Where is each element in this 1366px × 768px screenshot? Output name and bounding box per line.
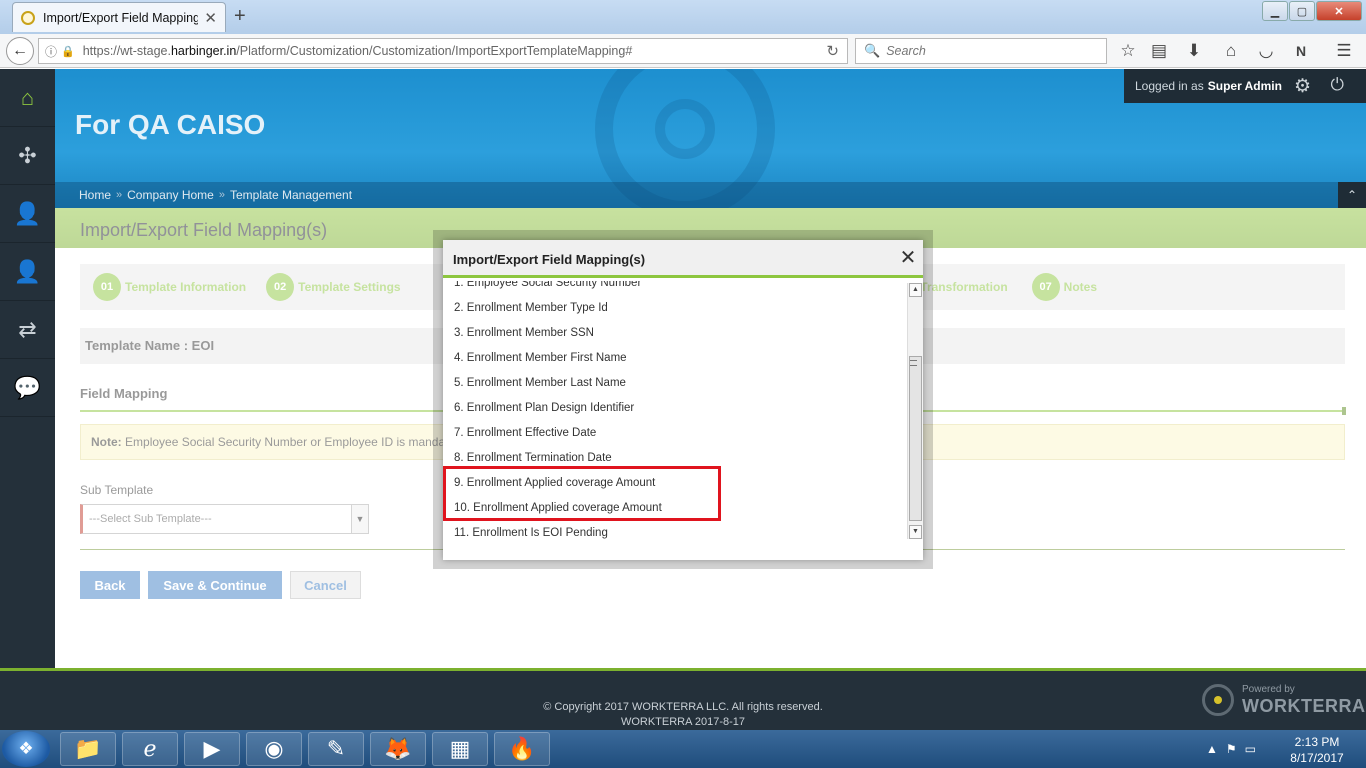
- taskbar-ie-icon[interactable]: ℯ: [122, 732, 178, 766]
- taskbar-flame-icon[interactable]: 🔥: [494, 732, 550, 766]
- start-button-icon[interactable]: ❖: [2, 731, 50, 767]
- app-header-banner: For QA CAISO Logged in as Super Admin ⚙ …: [55, 69, 1366, 208]
- workterra-logo-icon: [1202, 684, 1234, 716]
- breadcrumb-company-home[interactable]: Company Home: [127, 188, 214, 202]
- system-tray: ▲ ⚑ ▭: [1206, 732, 1264, 766]
- search-placeholder: Search: [886, 44, 926, 58]
- sidebar-user-star-icon[interactable]: 👤: [0, 185, 55, 243]
- breadcrumb-template-management[interactable]: Template Management: [230, 188, 352, 202]
- extension-n-icon[interactable]: N: [1290, 41, 1312, 63]
- scroll-thumb[interactable]: [909, 356, 922, 521]
- modal-scrollbar[interactable]: ▲ ▼: [907, 283, 923, 539]
- powered-by-logo: Powered by WORKTERRA: [1202, 680, 1365, 720]
- sidebar-chat-icon[interactable]: 💬: [0, 359, 55, 417]
- list-item: 11. Enrollment Is EOI Pending: [454, 527, 608, 539]
- list-item: 7. Enrollment Effective Date: [454, 427, 597, 439]
- list-item: 6. Enrollment Plan Design Identifier: [454, 402, 635, 414]
- home-icon[interactable]: ⌂: [1220, 41, 1242, 63]
- modal-header: Import/Export Field Mapping(s) ✕: [443, 240, 923, 278]
- browser-nav-bar: ← ⓘ 🔒 https://wt-stage.harbinger.in/Plat…: [0, 34, 1366, 68]
- download-icon[interactable]: ⬇: [1183, 41, 1205, 63]
- pocket-icon[interactable]: ◡: [1255, 41, 1277, 63]
- logout-power-icon[interactable]: ⏻: [1331, 75, 1344, 95]
- version-line: WORKTERRA 2017-8-17: [620, 716, 746, 728]
- list-item: 5. Enrollment Member Last Name: [454, 377, 626, 389]
- browser-search-box[interactable]: 🔍 Search: [855, 38, 1107, 64]
- settings-gear-icon[interactable]: ⚙: [1294, 75, 1311, 98]
- scroll-up-icon[interactable]: ▲: [909, 283, 922, 297]
- window-minimize-button[interactable]: ▁: [1262, 1, 1288, 21]
- powered-by-brand: WORKTERRA: [1242, 696, 1366, 716]
- browser-tab-active[interactable]: Import/Export Field Mapping( ✕: [12, 2, 226, 32]
- clock-date: 8/17/2017: [1290, 751, 1344, 765]
- app-sidebar: ⌂ ✣ 👤 👤 ⇄ 💬: [0, 69, 55, 668]
- address-bar[interactable]: ⓘ 🔒 https://wt-stage.harbinger.in/Platfo…: [38, 38, 848, 64]
- back-arrow-icon[interactable]: ←: [6, 37, 34, 65]
- sidebar-transfer-icon[interactable]: ⇄: [0, 301, 55, 359]
- taskbar-explorer-icon[interactable]: 📁: [60, 732, 116, 766]
- tray-flag-icon[interactable]: ⚑: [1226, 742, 1237, 756]
- banner-decoration: [655, 99, 715, 159]
- site-info-icon[interactable]: ⓘ: [45, 43, 57, 60]
- new-tab-icon[interactable]: +: [234, 5, 246, 28]
- sidebar-home-icon[interactable]: ⌂: [0, 69, 55, 127]
- reading-list-icon[interactable]: ▤: [1148, 41, 1170, 63]
- taskbar-notes-icon[interactable]: ✎: [308, 732, 364, 766]
- taskbar-firefox-icon[interactable]: 🦊: [370, 732, 426, 766]
- app-footer: © Copyright 2017 WORKTERRA LLC. All righ…: [0, 668, 1366, 730]
- scroll-grip-icon: [910, 360, 917, 366]
- browser-tab-strip: Import/Export Field Mapping( ✕ + ▁ ▢ ✕: [0, 0, 1366, 34]
- breadcrumb-home[interactable]: Home: [79, 188, 111, 202]
- logged-in-user[interactable]: Super Admin: [1208, 79, 1282, 93]
- sidebar-puzzle-icon[interactable]: ✣: [0, 127, 55, 185]
- breadcrumb-separator: »: [218, 189, 225, 201]
- menu-hamburger-icon[interactable]: ☰: [1333, 41, 1355, 63]
- browser-tab-title: Import/Export Field Mapping(: [43, 10, 199, 25]
- tray-expand-icon[interactable]: ▲: [1206, 742, 1218, 756]
- taskbar-chrome-icon[interactable]: ◉: [246, 732, 302, 766]
- list-item: 3. Enrollment Member SSN: [454, 327, 594, 339]
- windows-taskbar: ❖ 📁 ℯ ▶ ◉ ✎ 🦊 ▦ 🔥 ▲ ⚑ ▭ 2:13 PM 8/17/201…: [0, 730, 1366, 768]
- modal-close-icon[interactable]: ✕: [898, 247, 918, 269]
- sidebar-user-icon[interactable]: 👤: [0, 243, 55, 301]
- url-text: https://wt-stage.harbinger.in/Platform/C…: [82, 44, 633, 58]
- reload-icon[interactable]: ↻: [826, 42, 839, 60]
- powered-by-label: Powered by: [1242, 684, 1295, 695]
- list-item: 4. Enrollment Member First Name: [454, 352, 627, 364]
- site-favicon-icon: [21, 10, 35, 25]
- taskbar-media-icon[interactable]: ▶: [184, 732, 240, 766]
- clock-time: 2:13 PM: [1294, 735, 1340, 749]
- bookmark-star-icon[interactable]: ☆: [1117, 41, 1139, 63]
- tab-close-icon[interactable]: ✕: [204, 9, 217, 27]
- list-item: 1. Employee Social Security Number: [454, 281, 642, 289]
- window-maximize-button[interactable]: ▢: [1289, 1, 1315, 21]
- breadcrumb: Home » Company Home » Template Managemen…: [55, 182, 1366, 208]
- scroll-down-icon[interactable]: ▼: [909, 525, 922, 539]
- collapse-header-icon[interactable]: ⌃: [1338, 182, 1366, 208]
- logged-in-label: Logged in as: [1135, 79, 1204, 93]
- list-item: 8. Enrollment Termination Date: [454, 452, 612, 464]
- breadcrumb-separator: »: [116, 189, 123, 201]
- copyright-text: © Copyright 2017 WORKTERRA LLC. All righ…: [0, 700, 1366, 730]
- taskbar-spreadsheet-icon[interactable]: ▦: [432, 732, 488, 766]
- copyright-line: © Copyright 2017 WORKTERRA LLC. All righ…: [543, 701, 823, 713]
- annotation-highlight-box: [443, 466, 721, 521]
- window-close-button[interactable]: ✕: [1316, 1, 1362, 21]
- lock-warning-icon[interactable]: 🔒: [61, 45, 75, 58]
- taskbar-clock[interactable]: 2:13 PM 8/17/2017: [1278, 734, 1356, 766]
- search-icon: 🔍: [864, 43, 881, 58]
- modal-title: Import/Export Field Mapping(s): [453, 252, 646, 267]
- list-item: 2. Enrollment Member Type Id: [454, 302, 608, 314]
- organization-title: For QA CAISO: [75, 109, 266, 140]
- tray-network-icon[interactable]: ▭: [1245, 742, 1256, 756]
